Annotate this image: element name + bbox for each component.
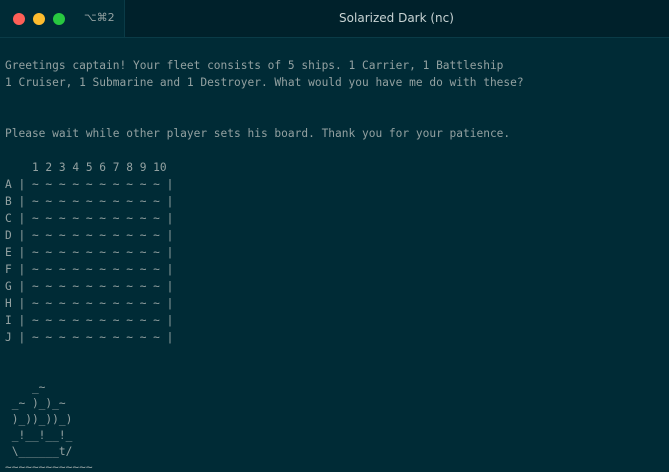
title-bar: ⌥⌘2 Solarized Dark (nc) [0,0,669,38]
ship-ascii-art: _~ _~ )_)_~ )_))_))_) _!__!__!_ \______t… [5,380,665,472]
close-button[interactable] [13,13,25,25]
terminal-window: ⌥⌘2 Solarized Dark (nc) Greetings captai… [0,0,669,472]
window-title: Solarized Dark (nc) [339,11,454,25]
board-row: J | ~ ~ ~ ~ ~ ~ ~ ~ ~ ~ | [5,331,174,344]
board-row: H | ~ ~ ~ ~ ~ ~ ~ ~ ~ ~ | [5,297,174,310]
board-column-header: 1 2 3 4 5 6 7 8 9 10 [5,161,167,174]
board-row: E | ~ ~ ~ ~ ~ ~ ~ ~ ~ ~ | [5,246,174,259]
ship-art-line: ~~~~~~~~~~~~~ [5,461,93,472]
board-row: B | ~ ~ ~ ~ ~ ~ ~ ~ ~ ~ | [5,195,174,208]
terminal-output[interactable]: Greetings captain! Your fleet consists o… [5,57,665,472]
ship-art-line: _~ [5,381,46,394]
zoom-button[interactable] [53,13,65,25]
board-row: F | ~ ~ ~ ~ ~ ~ ~ ~ ~ ~ | [5,263,174,276]
tab-shortcut-label: ⌥⌘2 [84,11,115,24]
active-tab[interactable]: ⌥⌘2 [0,0,125,37]
ship-art-line: \______t/ [5,445,73,458]
ship-art-line: _!__!__!_ [5,429,73,442]
board-row: G | ~ ~ ~ ~ ~ ~ ~ ~ ~ ~ | [5,280,174,293]
board-row: D | ~ ~ ~ ~ ~ ~ ~ ~ ~ ~ | [5,229,174,242]
board-row: C | ~ ~ ~ ~ ~ ~ ~ ~ ~ ~ | [5,212,174,225]
ship-art-line: )_))_))_) [5,413,73,426]
game-board: 1 2 3 4 5 6 7 8 9 10 A | ~ ~ ~ ~ ~ ~ ~ ~… [5,159,665,346]
ship-art-line: _~ )_)_~ [5,397,66,410]
wait-message: Please wait while other player sets his … [5,127,511,140]
minimize-button[interactable] [33,13,45,25]
board-row: A | ~ ~ ~ ~ ~ ~ ~ ~ ~ ~ | [5,178,174,191]
board-row: I | ~ ~ ~ ~ ~ ~ ~ ~ ~ ~ | [5,314,174,327]
greeting-line: Greetings captain! Your fleet consists o… [5,59,504,72]
greeting-line: 1 Cruiser, 1 Submarine and 1 Destroyer. … [5,76,524,89]
